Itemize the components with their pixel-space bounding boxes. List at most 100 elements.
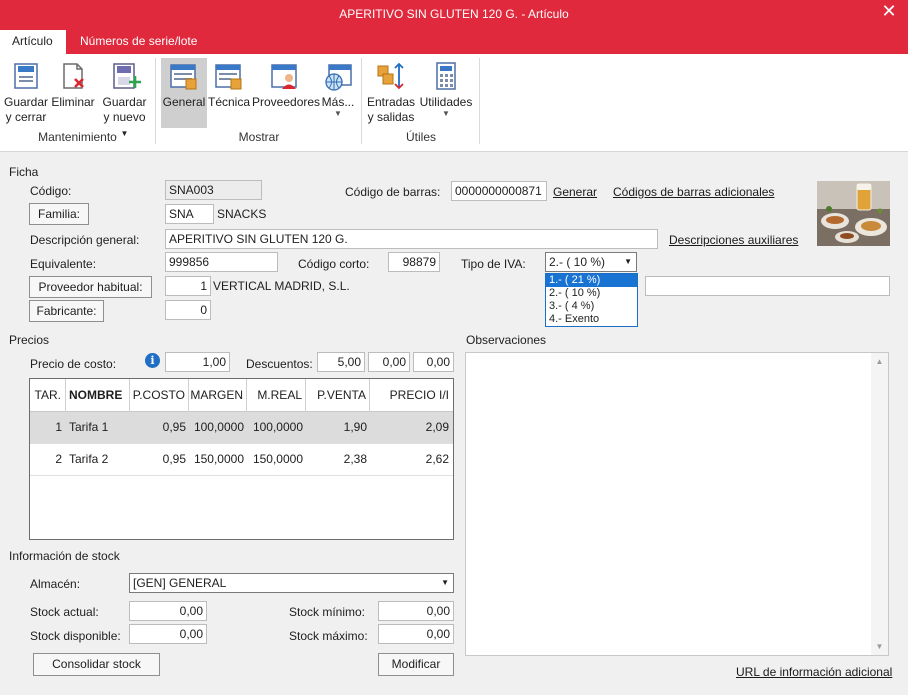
scroll-up-icon[interactable]: ▲	[871, 353, 888, 370]
entradas-salidas-button[interactable]: Entradas y salidas	[367, 58, 415, 125]
iva-option[interactable]: 2.- ( 10 %)	[546, 287, 637, 300]
col-p-venta[interactable]: P.VENTA	[306, 379, 370, 412]
observaciones-textarea[interactable]: ▲ ▼	[465, 352, 889, 656]
save-new-icon	[112, 63, 141, 89]
section-stock: Información de stock	[9, 549, 120, 563]
stock-minimo-label: Stock mínimo:	[289, 605, 366, 619]
descuento-1-field[interactable]: 5,00	[317, 352, 365, 372]
codigo-field[interactable]: SNA003	[165, 180, 262, 200]
tab-numeros-serie[interactable]: Números de serie/lote	[68, 30, 209, 54]
almacen-select[interactable]: [GEN] GENERAL ▼	[129, 573, 454, 593]
col-tar[interactable]: TAR.	[30, 379, 66, 412]
iva-selected-value: 2.- ( 10 %)	[549, 255, 606, 269]
equivalente-field[interactable]: 999856	[165, 252, 278, 272]
fabricante-code-field[interactable]: 0	[165, 300, 211, 320]
section-precios: Precios	[9, 333, 50, 347]
tarifas-grid[interactable]: TAR. NOMBRE P.COSTO MARGEN M.REAL P.VENT…	[29, 378, 454, 540]
eliminar-button[interactable]: Eliminar	[51, 58, 95, 110]
codigo-label: Código:	[30, 184, 72, 198]
group-mostrar: Mostrar	[238, 130, 280, 144]
codigos-adicionales-link[interactable]: Códigos de barras adicionales	[613, 185, 774, 199]
descripcion-label: Descripción general:	[30, 233, 140, 247]
ribbon-divider	[361, 58, 362, 144]
stock-actual-label: Stock actual:	[30, 605, 99, 619]
descuentos-label: Descuentos:	[246, 357, 313, 371]
col-p-costo[interactable]: P.COSTO	[130, 379, 189, 412]
descuento-3-field[interactable]: 0,00	[413, 352, 454, 372]
col-precio-ii[interactable]: PRECIO I/I	[370, 379, 453, 412]
info-icon[interactable]: i	[145, 353, 160, 368]
stock-minimo-field[interactable]: 0,00	[378, 601, 454, 621]
section-observaciones: Observaciones	[466, 333, 547, 347]
chevron-down-icon: ▼	[334, 109, 342, 118]
stock-maximo-field[interactable]: 0,00	[378, 624, 454, 644]
stock-actual-field[interactable]: 0,00	[129, 601, 207, 621]
proveedor-code-field[interactable]: 1	[165, 276, 211, 296]
stock-disponible-field[interactable]: 0,00	[129, 624, 207, 644]
fabricante-button[interactable]: Fabricante:	[29, 300, 104, 322]
save-close-icon	[14, 63, 38, 89]
chevron-down-icon: ▼	[624, 257, 632, 266]
group-utiles: Útiles	[405, 130, 436, 144]
col-margen[interactable]: MARGEN	[189, 379, 247, 412]
codigo-corto-label: Código corto:	[298, 257, 370, 271]
generar-link[interactable]: Generar	[553, 185, 597, 199]
iva-dropdown-list: 1.- ( 21 %) 2.- ( 10 %) 3.- ( 4 %) 4.- E…	[545, 273, 638, 327]
familia-button[interactable]: Familia:	[29, 203, 89, 225]
iva-label: Tipo de IVA:	[461, 257, 526, 271]
col-nombre[interactable]: NOMBRE	[66, 379, 130, 412]
familia-code-field[interactable]: SNA	[165, 204, 214, 224]
suppliers-icon	[271, 64, 297, 89]
equivalente-label: Equivalente:	[30, 257, 97, 271]
descripciones-auxiliares-link[interactable]: Descripciones auxiliares	[669, 233, 798, 247]
descuento-2-field[interactable]: 0,00	[368, 352, 410, 372]
ribbon-divider	[479, 58, 480, 144]
group-mantenimiento: Mantenimiento	[38, 130, 117, 144]
scroll-down-icon[interactable]: ▼	[871, 638, 888, 655]
guardar-nuevo-button[interactable]: Guardar y nuevo ▼	[101, 58, 148, 141]
precio-costo-field[interactable]: 1,00	[165, 352, 230, 372]
ribbon-divider	[155, 58, 156, 144]
proveedor-habitual-button[interactable]: Proveedor habitual:	[29, 276, 152, 298]
iva-option[interactable]: 4.- Exento	[546, 313, 637, 326]
col-m-real[interactable]: M.REAL	[247, 379, 306, 412]
technical-window-icon	[215, 64, 242, 90]
stock-maximo-label: Stock máximo:	[289, 629, 368, 643]
close-icon[interactable]: ✕	[878, 0, 900, 24]
product-photo[interactable]	[817, 181, 890, 246]
iva-option[interactable]: 1.- ( 21 %)	[546, 274, 637, 287]
tecnica-button[interactable]: Técnica	[208, 58, 250, 110]
descripcion-field[interactable]: APERITIVO SIN GLUTEN 120 G.	[165, 229, 658, 249]
utilidades-button[interactable]: Utilidades ▼	[419, 58, 473, 118]
tarifas-grid-header: TAR. NOMBRE P.COSTO MARGEN M.REAL P.VENT…	[30, 379, 453, 412]
table-row[interactable]: 1 Tarifa 1 0,95 100,0000 100,0000 1,90 2…	[30, 412, 453, 444]
window-title: APERITIVO SIN GLUTEN 120 G. - Artículo	[339, 7, 569, 21]
consolidar-stock-button[interactable]: Consolidar stock	[33, 653, 160, 676]
table-row[interactable]: 2 Tarifa 2 0,95 150,0000 150,0000 2,38 2…	[30, 444, 453, 476]
modificar-button[interactable]: Modificar	[378, 653, 454, 676]
codigo-corto-field[interactable]: 98879	[388, 252, 440, 272]
tab-articulo[interactable]: Artículo	[0, 30, 66, 54]
proveedores-button[interactable]: Proveedores	[252, 58, 320, 110]
proveedor-name: VERTICAL MADRID, S.L.	[213, 279, 350, 293]
stock-disponible-label: Stock disponible:	[30, 629, 121, 643]
url-informacion-link[interactable]: URL de información adicional	[736, 665, 892, 679]
almacen-label: Almacén:	[30, 577, 81, 591]
in-out-boxes-icon	[377, 62, 404, 90]
globe-window-icon	[325, 64, 352, 91]
observaciones-scrollbar[interactable]: ▲ ▼	[871, 353, 888, 655]
guardar-cerrar-button[interactable]: Guardar y cerrar	[4, 58, 48, 125]
proveedor-extra-field[interactable]	[645, 276, 890, 296]
chevron-down-icon: ▼	[441, 578, 449, 587]
familia-name: SNACKS	[217, 207, 267, 221]
title-bar: APERITIVO SIN GLUTEN 120 G. - Artículo ✕	[0, 0, 908, 30]
general-button[interactable]: General	[161, 58, 207, 128]
tab-bar: Artículo Números de serie/lote	[0, 30, 908, 54]
delete-document-icon	[63, 63, 84, 89]
section-ficha: Ficha	[9, 165, 39, 179]
iva-option[interactable]: 3.- ( 4 %)	[546, 300, 637, 313]
calculator-icon	[436, 62, 456, 90]
iva-select[interactable]: 2.- ( 10 %) ▼	[545, 252, 637, 272]
mas-button[interactable]: Más... ▼	[321, 58, 355, 118]
codigo-barras-field[interactable]: 0000000000871	[451, 181, 547, 201]
